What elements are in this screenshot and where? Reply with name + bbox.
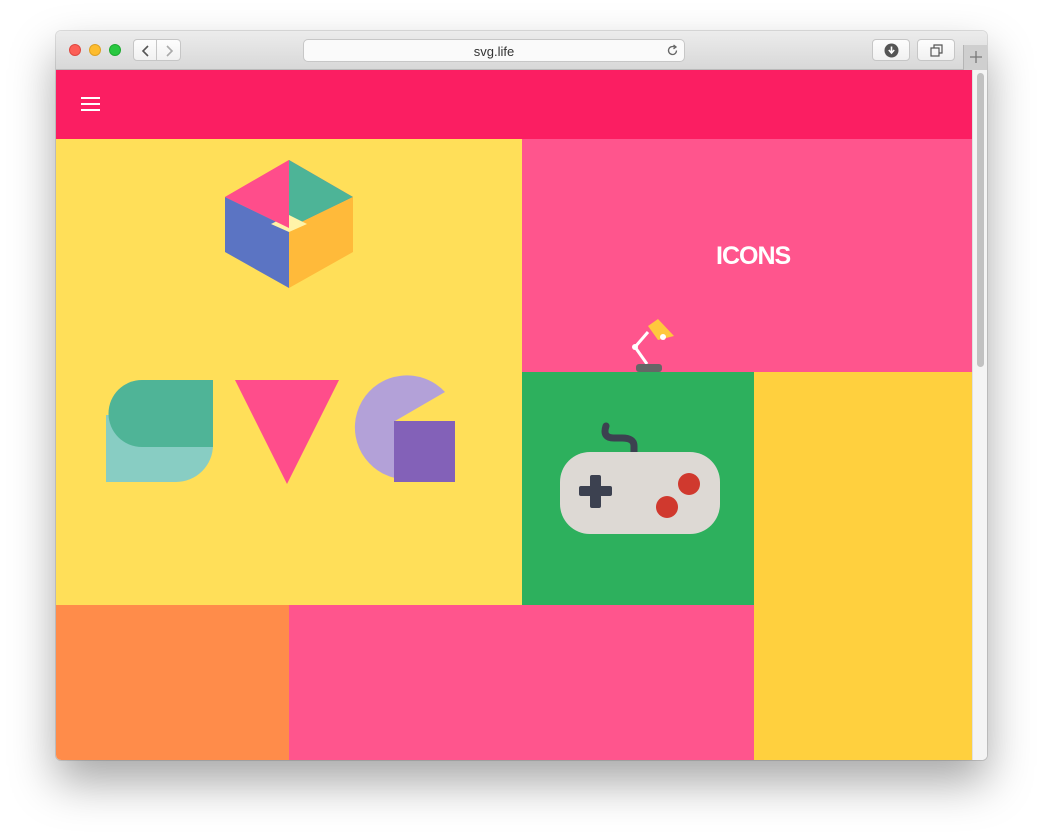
address-bar[interactable]: svg.life (303, 39, 685, 62)
close-window-button[interactable] (69, 44, 81, 56)
hamburger-menu-icon[interactable] (81, 97, 100, 111)
desk-lamp-icon (632, 319, 674, 372)
forward-button[interactable] (157, 39, 181, 61)
minimize-window-button[interactable] (89, 44, 101, 56)
show-tabs-icon (930, 44, 943, 57)
yellow-tile[interactable] (754, 372, 972, 760)
orange-tile[interactable] (56, 605, 289, 760)
reload-icon[interactable] (666, 44, 679, 57)
pink-tile[interactable] (289, 605, 754, 760)
svg-logo-shapes-icon (106, 160, 455, 484)
new-tab-button[interactable] (963, 45, 987, 70)
chevron-left-icon (141, 45, 149, 57)
gamepad-icon (560, 422, 720, 534)
icons-title: ICONS (716, 242, 791, 270)
download-icon (884, 43, 899, 58)
icons-tile[interactable]: ICONS (522, 139, 972, 372)
show-tabs-button[interactable] (917, 39, 955, 61)
svg-logo-tile[interactable] (56, 139, 522, 605)
browser-toolbar: svg.life (56, 31, 987, 70)
chevron-right-icon (166, 45, 174, 57)
browser-window: svg.life ICONS (56, 31, 987, 760)
url-text: svg.life (473, 44, 515, 59)
back-button[interactable] (133, 39, 157, 61)
zoom-window-button[interactable] (109, 44, 121, 56)
scrollbar-thumb[interactable] (977, 73, 984, 367)
scrollbar[interactable] (972, 70, 987, 760)
downloads-button[interactable] (872, 39, 910, 61)
game-tile[interactable] (522, 372, 754, 605)
plus-icon (970, 51, 982, 63)
site-header (56, 70, 972, 139)
page-viewport: ICONS (56, 70, 987, 760)
